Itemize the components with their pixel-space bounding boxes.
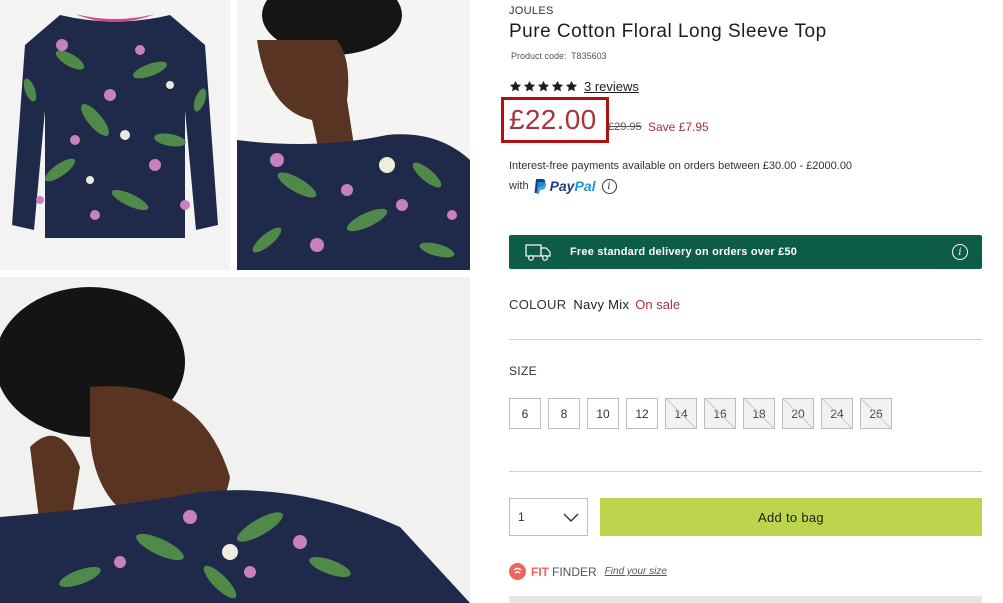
paypal-line: with PayPal i bbox=[509, 178, 617, 194]
product-image-model-front[interactable] bbox=[0, 277, 470, 603]
find-your-size-link[interactable]: Find your size bbox=[605, 566, 667, 577]
quantity-value: 1 bbox=[518, 510, 525, 524]
interest-free-text: Interest-free payments available on orde… bbox=[509, 160, 853, 172]
delivery-info-icon[interactable]: i bbox=[952, 244, 968, 260]
delivery-banner: Free standard delivery on orders over £5… bbox=[509, 235, 982, 269]
brand-name: JOULES bbox=[509, 5, 554, 17]
chevron-down-icon bbox=[563, 513, 579, 522]
paypal-icon bbox=[534, 179, 546, 194]
size-option-18[interactable]: 18 bbox=[743, 398, 775, 429]
product-image-flatlay[interactable] bbox=[0, 0, 230, 270]
model-front-illustration bbox=[0, 277, 470, 603]
product-gallery bbox=[0, 0, 470, 603]
was-price: £29.95 bbox=[608, 121, 642, 133]
fit-finder-icon bbox=[509, 563, 526, 580]
fit-finder-finder: FINDER bbox=[552, 564, 597, 579]
star-icon bbox=[509, 80, 522, 92]
product-code: Product code: T835603 bbox=[509, 51, 607, 61]
product-title: Pure Cotton Floral Long Sleeve Top bbox=[509, 21, 827, 42]
paypal-info-icon[interactable]: i bbox=[601, 178, 617, 194]
size-option-6[interactable]: 6 bbox=[509, 398, 541, 429]
with-text: with bbox=[509, 180, 529, 192]
star-icon bbox=[565, 80, 578, 92]
bottom-panel-edge bbox=[509, 596, 982, 603]
colour-label: COLOUR bbox=[509, 297, 567, 312]
quantity-select[interactable]: 1 bbox=[509, 498, 588, 536]
product-image-model-back[interactable] bbox=[237, 0, 470, 270]
size-label: SIZE bbox=[509, 364, 537, 378]
product-code-label: Product code: bbox=[511, 51, 567, 61]
on-sale-label: On sale bbox=[635, 297, 681, 312]
save-amount: Save £7.95 bbox=[648, 120, 709, 134]
reviews-link[interactable]: 3 reviews bbox=[584, 79, 639, 94]
size-option-16[interactable]: 16 bbox=[704, 398, 736, 429]
top-flatlay-illustration bbox=[0, 0, 230, 270]
star-icon bbox=[523, 80, 536, 92]
colour-value: Navy Mix bbox=[573, 297, 630, 312]
size-option-8[interactable]: 8 bbox=[548, 398, 580, 429]
fit-finder: FIT FINDER Find your size bbox=[509, 563, 667, 580]
size-options: 6 8 10 12 14 16 18 20 24 26 bbox=[509, 398, 892, 429]
divider bbox=[509, 471, 982, 472]
size-option-14[interactable]: 14 bbox=[665, 398, 697, 429]
colour-row: COLOUR Navy Mix On sale bbox=[509, 297, 680, 312]
size-option-20[interactable]: 20 bbox=[782, 398, 814, 429]
size-option-10[interactable]: 10 bbox=[587, 398, 619, 429]
paypal-pal: Pal bbox=[574, 178, 596, 194]
size-option-12[interactable]: 12 bbox=[626, 398, 658, 429]
sale-price: £22.00 bbox=[509, 104, 597, 135]
star-icon bbox=[551, 80, 564, 92]
fit-finder-fit: FIT bbox=[531, 564, 549, 579]
size-option-24[interactable]: 24 bbox=[821, 398, 853, 429]
paypal-pay: Pay bbox=[549, 178, 575, 194]
divider bbox=[509, 339, 982, 340]
truck-icon bbox=[525, 244, 551, 261]
paypal-logo: PayPal bbox=[534, 178, 596, 194]
model-back-illustration bbox=[237, 0, 470, 270]
size-option-26[interactable]: 26 bbox=[860, 398, 892, 429]
delivery-text: Free standard delivery on orders over £5… bbox=[570, 246, 798, 258]
product-code-value: T835603 bbox=[571, 51, 607, 61]
add-to-bag-button[interactable]: Add to bag bbox=[600, 498, 982, 536]
rating-stars bbox=[509, 80, 578, 93]
product-rating: 3 reviews bbox=[509, 79, 639, 94]
star-icon bbox=[537, 80, 550, 92]
